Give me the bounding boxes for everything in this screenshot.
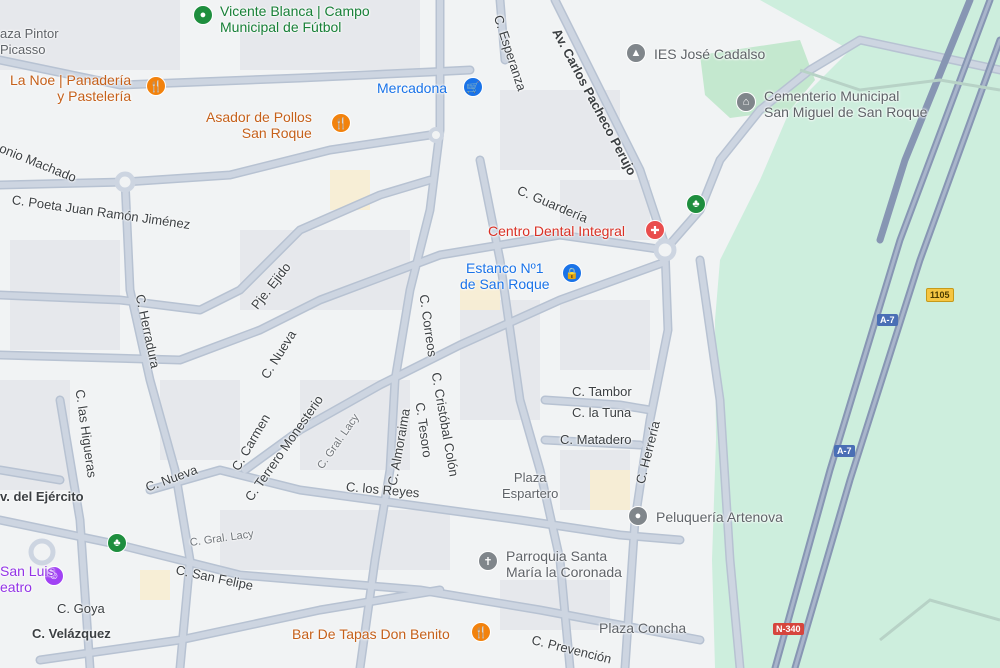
church-pin-icon[interactable]: ✝ xyxy=(478,551,498,571)
roundabout xyxy=(653,238,677,262)
stadium-pin-icon[interactable]: ● xyxy=(193,5,213,25)
poi-san-luis-teatro[interactable]: San Luis eatro xyxy=(0,563,54,595)
poi-bar-tapas[interactable]: Bar De Tapas Don Benito xyxy=(292,626,450,642)
street-label: C. la Tuna xyxy=(572,405,632,420)
poi-cementerio[interactable]: Cementerio Municipal San Miguel de San R… xyxy=(764,88,927,120)
poi-parroquia[interactable]: Parroquia Santa María la Coronada xyxy=(506,548,622,580)
place-label: Plaza Espartero xyxy=(502,470,559,501)
street-label: v. del Ejército xyxy=(0,489,84,504)
medical-pin-icon[interactable]: ✚ xyxy=(645,220,665,240)
school-pin-icon[interactable]: ▲ xyxy=(626,43,646,63)
poi-ies-jose-cadalso[interactable]: IES José Cadalso xyxy=(654,46,765,62)
restaurant-pin-icon[interactable]: 🍴 xyxy=(471,622,491,642)
street-label: C. Goya xyxy=(57,601,105,616)
restaurant-pin-icon[interactable]: 🍴 xyxy=(331,113,351,133)
place-label: aza Pintor Picasso xyxy=(0,26,59,57)
shopping-bag-pin-icon[interactable]: 🔒 xyxy=(562,263,582,283)
poi-la-noe[interactable]: La Noe | Panadería y Pastelería xyxy=(10,72,131,104)
poi-estanco[interactable]: Estanco Nº1 de San Roque xyxy=(460,260,550,292)
tree-pin-icon[interactable]: ♣ xyxy=(107,533,127,553)
poi-asador[interactable]: Asador de Pollos San Roque xyxy=(206,109,312,141)
street-label: C. Matadero xyxy=(560,432,632,447)
shopping-cart-pin-icon[interactable]: 🛒 xyxy=(463,77,483,97)
street-label: C. Tambor xyxy=(572,384,632,399)
poi-vicente-blanca[interactable]: Vicente Blanca | Campo Municipal de Fútb… xyxy=(220,3,370,35)
poi-peluqueria[interactable]: Peluquería Artenova xyxy=(656,509,783,525)
road-shield: N-340 xyxy=(773,623,804,635)
place-label: Plaza Concha xyxy=(599,620,687,636)
tree-pin-icon[interactable]: ♣ xyxy=(686,194,706,214)
poi-centro-dental[interactable]: Centro Dental Integral xyxy=(488,223,625,239)
roundabout xyxy=(428,127,444,143)
street-label: C. Velázquez xyxy=(32,626,111,641)
road-shield: 1105 xyxy=(926,288,954,302)
bakery-pin-icon[interactable]: 🍴 xyxy=(146,76,166,96)
monument-pin-icon[interactable]: ⌂ xyxy=(736,92,756,112)
location-pin-icon[interactable]: ● xyxy=(628,506,648,526)
road-shield: A-7 xyxy=(877,314,898,326)
poi-mercadona[interactable]: Mercadona xyxy=(377,80,447,96)
road-shield: A-7 xyxy=(834,445,855,457)
map-view[interactable]: Av. Carlos Pacheco Perujo C. Esperanza o… xyxy=(0,0,1000,668)
roundabout xyxy=(114,171,136,193)
roundabout xyxy=(28,538,56,566)
